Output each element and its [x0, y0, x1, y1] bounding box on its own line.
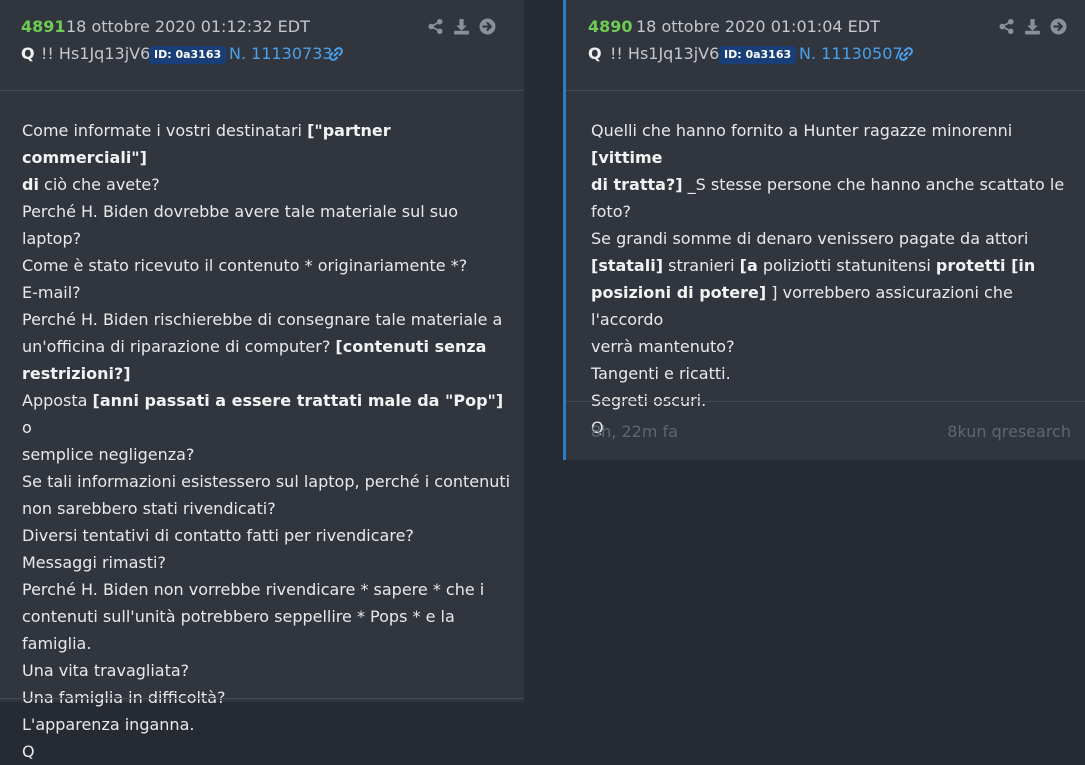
post-card-4890: 4890 18 ottobre 2020 01:01:04 EDT Q !! H… [563, 0, 1085, 460]
post-line: semplice negligenza? [22, 441, 512, 468]
text-segment: Perché H. Biden dovrebbe avere tale mate… [22, 202, 459, 248]
text-segment: stranieri [663, 256, 740, 275]
source-board[interactable]: 8kun qresearch [947, 422, 1071, 441]
text-segment: Una vita travagliata? [22, 661, 190, 680]
bold-text: [contenuti senza [335, 337, 487, 356]
post-date: 18 ottobre 2020 01:01:04 EDT [636, 17, 880, 36]
text-segment: Come è stato ricevuto il contenuto * ori… [22, 256, 468, 275]
post-date: 18 ottobre 2020 01:12:32 EDT [66, 17, 310, 36]
post-line: Perché H. Biden dovrebbe avere tale mate… [22, 198, 512, 252]
bold-text: [anni passati a essere trattati male da … [92, 391, 504, 410]
post-line: restrizioni?] [22, 360, 512, 387]
text-segment: L'apparenza inganna. [22, 715, 195, 734]
post-footer: 8h, 22m fa 8kun qresearch [566, 401, 1085, 460]
tripcode: !! Hs1Jq13jV6 [610, 44, 720, 63]
post-line: [statali] stranieri [a poliziotti statun… [591, 252, 1081, 279]
tripcode: !! Hs1Jq13jV6 [41, 44, 151, 63]
link-icon[interactable] [328, 46, 344, 62]
text-segment: Apposta [22, 391, 93, 410]
post-line: foto? [591, 198, 1081, 225]
id-badge: ID: 0a3163 [719, 46, 797, 64]
text-segment: Se grandi somme di denaro venissero paga… [591, 229, 1029, 248]
id-badge: ID: 0a3163 [149, 46, 227, 64]
bold-text: di tratta?] [591, 175, 683, 194]
post-line: Messaggi rimasti? [22, 549, 512, 576]
post-line: Diversi tentativi di contatto fatti per … [22, 522, 512, 549]
post-line: Apposta [anni passati a essere trattati … [22, 387, 512, 441]
text-segment: Se tali informazioni esistessero sul lap… [22, 472, 511, 491]
bold-text: protetti [in [935, 256, 1036, 275]
text-segment: verrà mantenuto? [591, 337, 735, 356]
reference-link[interactable]: N. 11130507 [799, 44, 903, 63]
post-line: Tangenti e ricatti. [591, 360, 1081, 387]
text-segment: Perché H. Biden rischierebbe di consegna… [22, 310, 503, 329]
post-line: di ciò che avete? [22, 171, 512, 198]
share-icon[interactable] [427, 18, 444, 35]
author-name: Q [588, 44, 602, 63]
bold-text: [a [739, 256, 758, 275]
post-line: Perché H. Biden non vorrebbe rivendicare… [22, 576, 512, 603]
bold-text: di [22, 175, 39, 194]
post-header: 4891 18 ottobre 2020 01:12:32 EDT Q !! H… [0, 0, 524, 91]
post-line: posizioni di potere] ] vorrebbero assicu… [591, 279, 1081, 333]
text-segment: Come informate i vostri destinatari [22, 121, 308, 140]
reference-link[interactable]: N. 11130733 [229, 44, 333, 63]
arrow-right-circle-icon[interactable] [479, 18, 496, 35]
text-segment: Perché H. Biden non vorrebbe rivendicare… [22, 580, 485, 599]
bold-text: [statali] [591, 256, 664, 275]
post-body: Quelli che hanno fornito a Hunter ragazz… [591, 117, 1081, 441]
text-segment: Tangenti e ricatti. [591, 364, 731, 383]
text-segment: Diversi tentativi di contatto fatti per … [22, 526, 414, 545]
text-segment: semplice negligenza? [22, 445, 195, 464]
text-segment: contenuti sull'unità potrebbero seppelli… [22, 607, 455, 626]
post-number[interactable]: 4891 [21, 17, 66, 36]
post-line: Se grandi somme di denaro venissero paga… [591, 225, 1081, 252]
author-name: Q [21, 44, 35, 63]
post-line: verrà mantenuto? [591, 333, 1081, 360]
text-segment: Q [22, 742, 35, 761]
post-line: Una vita travagliata? [22, 657, 512, 684]
post-line: non sarebbero stati rivendicati? [22, 495, 512, 522]
arrow-right-circle-icon[interactable] [1050, 18, 1067, 35]
post-age: 8h, 22m fa [591, 422, 678, 441]
text-segment: _S stesse persone che hanno anche scatta… [682, 175, 1065, 194]
text-segment: foto? [591, 202, 631, 221]
text-segment: poliziotti statunitensi [757, 256, 936, 275]
bold-text: posizioni di potere] [591, 283, 767, 302]
text-segment: un'officina di riparazione di computer? [22, 337, 336, 356]
text-segment: famiglia. [22, 634, 92, 653]
post-line: Se tali informazioni esistessero sul lap… [22, 468, 512, 495]
text-segment: Messaggi rimasti? [22, 553, 166, 572]
download-icon[interactable] [1024, 18, 1041, 35]
text-segment: ciò che avete? [38, 175, 160, 194]
text-segment: o [22, 418, 32, 437]
post-line: Q [22, 738, 512, 765]
bold-text: [vittime [591, 148, 663, 167]
post-line: Perché H. Biden rischierebbe di consegna… [22, 306, 512, 333]
text-segment: E-mail? [22, 283, 81, 302]
divider [0, 698, 524, 699]
bold-text: restrizioni?] [22, 364, 131, 383]
post-header: 4890 18 ottobre 2020 01:01:04 EDT Q !! H… [566, 0, 1085, 91]
post-line: Quelli che hanno fornito a Hunter ragazz… [591, 117, 1081, 171]
post-line: contenuti sull'unità potrebbero seppelli… [22, 603, 512, 630]
download-icon[interactable] [453, 18, 470, 35]
post-line: E-mail? [22, 279, 512, 306]
post-line: di tratta?] _S stesse persone che hanno … [591, 171, 1081, 198]
post-line: L'apparenza inganna. [22, 711, 512, 738]
post-line: Come è stato ricevuto il contenuto * ori… [22, 252, 512, 279]
text-segment: non sarebbero stati rivendicati? [22, 499, 276, 518]
share-icon[interactable] [998, 18, 1015, 35]
post-number[interactable]: 4890 [588, 17, 633, 36]
post-line: un'officina di riparazione di computer? … [22, 333, 512, 360]
link-icon[interactable] [898, 46, 914, 62]
post-line: famiglia. [22, 630, 512, 657]
post-body: Come informate i vostri destinatari ["pa… [22, 117, 512, 765]
post-line: Come informate i vostri destinatari ["pa… [22, 117, 512, 171]
text-segment: Quelli che hanno fornito a Hunter ragazz… [591, 121, 1013, 140]
post-card-4891: 4891 18 ottobre 2020 01:12:32 EDT Q !! H… [0, 0, 524, 761]
